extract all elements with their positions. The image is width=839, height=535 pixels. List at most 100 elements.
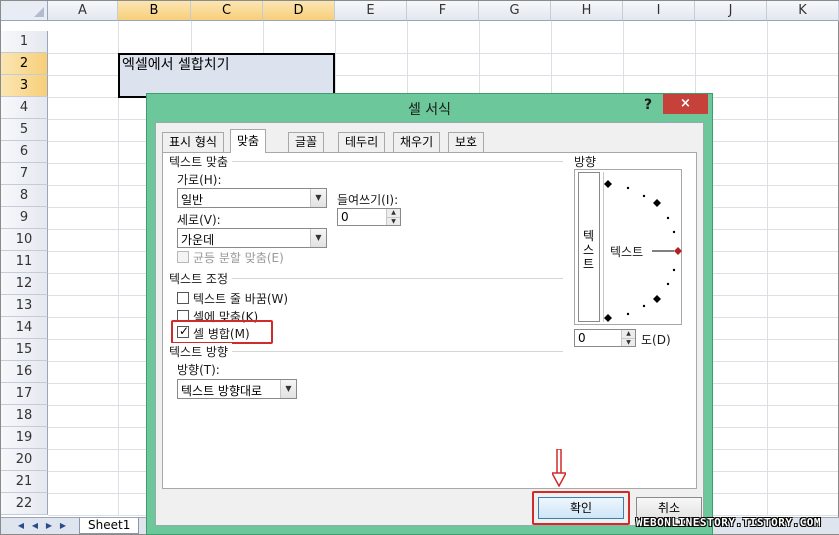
- close-button[interactable]: ×: [663, 94, 708, 114]
- justify-distributed-label: 균등 분할 맞춤(E): [193, 251, 284, 265]
- dial-dot: [626, 312, 630, 316]
- column-header-j[interactable]: J: [695, 1, 767, 21]
- last-sheet-icon[interactable]: ▶: [57, 520, 69, 532]
- dial-dot: [666, 216, 670, 220]
- dial-dot: [672, 268, 676, 272]
- tab-border[interactable]: 테두리: [338, 132, 386, 152]
- spin-up-icon[interactable]: ▲: [621, 330, 635, 338]
- column-header-g[interactable]: G: [479, 1, 551, 21]
- row-header-5[interactable]: 5: [1, 119, 48, 141]
- red-down-arrow-icon: [552, 449, 566, 487]
- row-header-18[interactable]: 18: [1, 405, 48, 427]
- tab-fill[interactable]: 채우기: [393, 132, 441, 152]
- column-header-d[interactable]: D: [263, 1, 335, 21]
- dial-marker-icon: [604, 180, 612, 188]
- text-direction-select[interactable]: 텍스트 방향대로 ▼: [177, 379, 297, 399]
- cell-b2-text[interactable]: 엑셀에서 셀합치기: [122, 54, 230, 74]
- row-header-20[interactable]: 20: [1, 449, 48, 471]
- vertical-label: 세로(V):: [177, 213, 221, 227]
- ok-button[interactable]: 확인: [538, 497, 624, 519]
- direction-label: 방향(T):: [177, 363, 220, 377]
- degrees-value: 0: [578, 331, 586, 345]
- chevron-down-icon[interactable]: ▼: [310, 189, 326, 207]
- row-header-14[interactable]: 14: [1, 317, 48, 339]
- prev-sheet-icon[interactable]: ◀: [29, 520, 41, 532]
- row-header-17[interactable]: 17: [1, 383, 48, 405]
- row-header-3[interactable]: 3: [1, 75, 48, 97]
- degrees-label: 도(D): [641, 333, 671, 347]
- tab-alignment[interactable]: 맞춤: [230, 129, 267, 153]
- column-header-f[interactable]: F: [407, 1, 479, 21]
- row-header-9[interactable]: 9: [1, 207, 48, 229]
- watermark: WEBONLINESTORY.TISTORY.COM: [635, 516, 821, 529]
- spin-up-icon[interactable]: ▲: [386, 209, 400, 217]
- text-alignment-group-label: 텍스트 맞춤: [169, 153, 233, 170]
- row-header-4[interactable]: 4: [1, 97, 48, 119]
- wrap-text-label: 텍스트 줄 바꿈(W): [193, 292, 289, 306]
- tab-font[interactable]: 글꼴: [288, 132, 325, 152]
- merge-cells-checkbox[interactable]: ✓: [177, 324, 190, 338]
- dial-marker-icon: [653, 199, 661, 207]
- dialog-body: 표시 형식 맞춤 글꼴 테두리 채우기 보호 텍스트 맞춤 가로(H): 일반 …: [155, 122, 704, 526]
- row-header-16[interactable]: 16: [1, 361, 48, 383]
- indent-value: 0: [341, 210, 349, 224]
- row-header-1[interactable]: 1: [1, 31, 48, 53]
- wrap-text-checkbox[interactable]: [177, 292, 189, 304]
- dial-dot: [626, 186, 630, 190]
- column-header-b[interactable]: B: [118, 1, 191, 21]
- horizontal-select[interactable]: 일반 ▼: [177, 188, 327, 208]
- gridline: [767, 21, 768, 516]
- justify-distributed-checkbox[interactable]: [177, 251, 189, 263]
- row-header-2[interactable]: 2: [1, 53, 48, 75]
- select-all-corner[interactable]: [1, 1, 48, 21]
- horizontal-value: 일반: [181, 193, 204, 207]
- degrees-stepper[interactable]: 0 ▲ ▼: [574, 329, 636, 347]
- vertical-value: 가운데: [181, 233, 215, 247]
- row-header-8[interactable]: 8: [1, 185, 48, 207]
- next-sheet-icon[interactable]: ▶: [43, 520, 55, 532]
- tab-protection[interactable]: 보호: [448, 132, 485, 152]
- vertical-select[interactable]: 가운데 ▼: [177, 228, 327, 248]
- orientation-group-label: 방향: [574, 155, 597, 169]
- dial-handle-icon[interactable]: [674, 247, 682, 255]
- row-header-11[interactable]: 11: [1, 251, 48, 273]
- dial-dot: [666, 282, 670, 286]
- chevron-down-icon[interactable]: ▼: [280, 380, 296, 398]
- column-header-i[interactable]: I: [623, 1, 695, 21]
- row-header-19[interactable]: 19: [1, 427, 48, 449]
- first-sheet-icon[interactable]: ◀: [15, 520, 27, 532]
- row-header-10[interactable]: 10: [1, 229, 48, 251]
- chevron-down-icon[interactable]: ▼: [310, 229, 326, 247]
- row-header-6[interactable]: 6: [1, 141, 48, 163]
- orientation-box: 텍 스 트 텍스트: [574, 169, 682, 325]
- vertical-text-button[interactable]: 텍 스 트: [578, 172, 600, 322]
- row-header-15[interactable]: 15: [1, 339, 48, 361]
- dial-marker-icon: [604, 314, 612, 322]
- dial-dot: [642, 304, 646, 308]
- vertical-text-char: 트: [583, 257, 595, 271]
- column-header-h[interactable]: H: [551, 1, 623, 21]
- orientation-dial[interactable]: 텍스트: [603, 172, 682, 322]
- row-header-12[interactable]: 12: [1, 273, 48, 295]
- spin-down-icon[interactable]: ▼: [621, 338, 635, 346]
- sheet-tab-sheet1[interactable]: Sheet1: [79, 518, 140, 534]
- corner-triangle-icon: [34, 7, 44, 17]
- column-header-e[interactable]: E: [335, 1, 407, 21]
- dial-dot: [642, 194, 646, 198]
- column-header-a[interactable]: A: [48, 1, 118, 21]
- tab-number-format[interactable]: 표시 형식: [162, 132, 224, 152]
- row-header-22[interactable]: 22: [1, 493, 48, 515]
- spin-down-icon[interactable]: ▼: [386, 217, 400, 225]
- indent-stepper[interactable]: 0 ▲ ▼: [337, 208, 401, 226]
- text-direction-group-label: 텍스트 방향: [169, 343, 233, 360]
- checkmark-icon: ✓: [179, 324, 190, 338]
- row-header-13[interactable]: 13: [1, 295, 48, 317]
- column-header-k[interactable]: K: [767, 1, 839, 21]
- dialog-titlebar[interactable]: 셀 서식 ? ×: [147, 94, 712, 121]
- merge-cells-label: 셀 병합(M): [193, 327, 250, 341]
- dial-dot: [672, 230, 676, 234]
- row-header-7[interactable]: 7: [1, 163, 48, 185]
- row-header-21[interactable]: 21: [1, 471, 48, 493]
- column-header-c[interactable]: C: [191, 1, 263, 21]
- help-button[interactable]: ?: [640, 97, 656, 115]
